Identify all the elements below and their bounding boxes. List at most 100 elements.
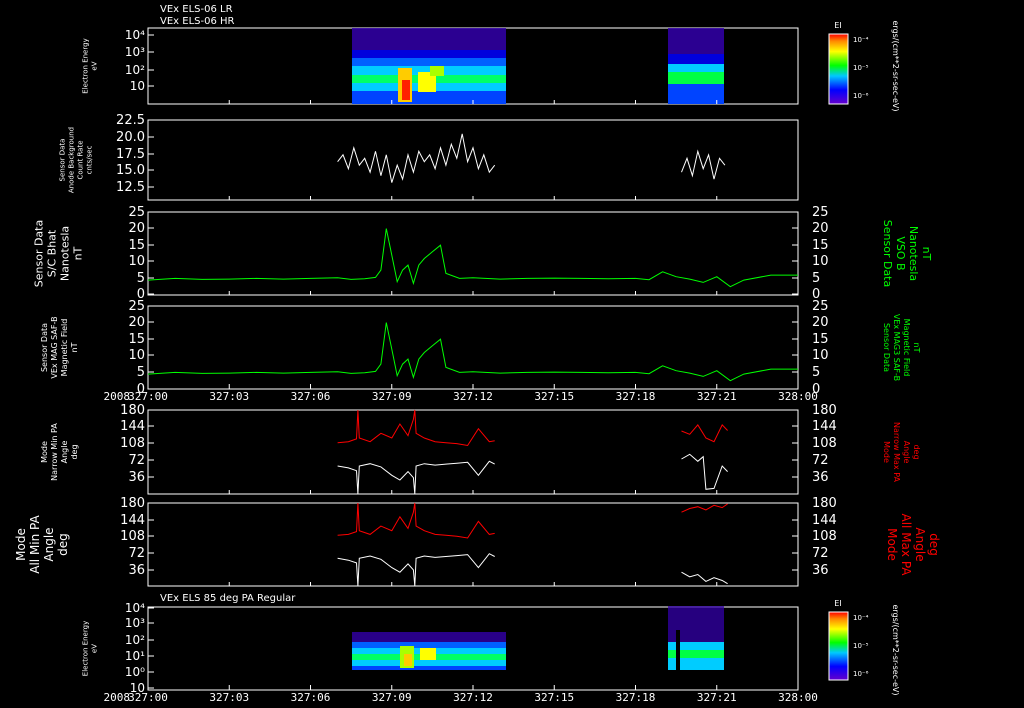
p6-ylabel-line: Angle [42, 527, 56, 561]
spectrogram-top [352, 28, 724, 104]
p4-ylabel-right-line: nT [912, 343, 921, 353]
p6-ytick-label: 144 [120, 513, 145, 528]
spectrogram-bottom [352, 606, 724, 670]
p6-ylabel-line: Mode [14, 528, 28, 561]
spec1-block2-b4 [668, 84, 724, 104]
spec1-block1-b2 [352, 58, 506, 66]
p1-ytick-label: 10 [130, 79, 145, 93]
x-tick-label-lower: 327:21 [697, 691, 737, 704]
p7-ytick-label: 10³ [125, 616, 145, 630]
colorbar-bottom [828, 611, 849, 681]
p5-ytick-label-right: 72 [812, 453, 829, 468]
p1-ylabel-line: Electron Energy [82, 38, 90, 93]
p4-ytick-label-right: 25 [812, 299, 829, 314]
p1-ytick-label: 10⁴ [125, 28, 145, 42]
p5-series-white-line [681, 453, 728, 490]
p6-ytick-label: 36 [128, 563, 145, 578]
spec2-gap [676, 630, 680, 670]
x-tick-label-upper: 327:12 [453, 390, 493, 403]
p6-ylabel-right-line: deg [927, 533, 941, 556]
p5-ylabel-line: Angle [60, 441, 69, 464]
p2-ytick-label: 20.0 [116, 130, 145, 145]
x-tick-label-lower: 327:12 [453, 691, 493, 704]
p5-ytick-label: 144 [120, 419, 145, 434]
spec1-block1-low [352, 28, 506, 50]
panel7-title: VEx ELS 85 deg PA Regular [160, 593, 296, 604]
spec1-block2-low [668, 28, 724, 54]
spec1-hot4 [430, 66, 444, 76]
p6-series-white-line [681, 571, 728, 585]
spec2-hot3 [420, 648, 436, 660]
p6-ytick-label-right: 180 [812, 496, 837, 511]
p7-colorbar-tick: 10⁻⁵ [853, 642, 869, 650]
p1-colorbar-tick: 10⁻⁶ [853, 92, 869, 100]
p5-ytick-label: 72 [128, 453, 145, 468]
p2-ytick-label: 17.5 [116, 147, 145, 162]
spec1-block2-b1 [668, 54, 724, 64]
p3-ytick-label-right: 25 [812, 205, 829, 220]
p2-ytick-label: 22.5 [116, 113, 145, 128]
p6-ylabel-right-line: Mode [885, 528, 899, 561]
p7-colorbar-unit: ergs/(cm**2-sr-sec-eV) [891, 604, 900, 695]
p5-ytick-label-right: 108 [812, 436, 837, 451]
p5-series-white-line [337, 460, 495, 495]
x-tick-label-lower: 327:18 [616, 691, 656, 704]
p6-ylabel-line: deg [56, 533, 70, 556]
p6-ytick-label: 180 [120, 496, 145, 511]
p4-ylabel-right-line: VEx MAG3 SAF-B [892, 314, 901, 381]
x-tick-label-lower: 327:15 [534, 691, 574, 704]
p3-ylabel-right-line: Nanotesla [907, 226, 920, 281]
p4-ytick-label: 5 [137, 365, 145, 380]
spec2-block1-b5 [352, 666, 506, 670]
panel-frame-mag-saf-b [147, 305, 799, 390]
p4-series-green-line [147, 322, 798, 382]
p2-series-white-line [681, 149, 726, 180]
x-tick-label-lower: 327:06 [291, 691, 331, 704]
p3-ylabel-line: Nanotesla [59, 226, 72, 281]
p4-ylabel-line: Sensor Data [40, 323, 49, 372]
p7-colorbar-tick: 10⁻⁶ [853, 670, 869, 678]
p3-ylabel-line: Sensor Data [33, 220, 46, 287]
p4-ytick-label: 25 [128, 299, 145, 314]
p6-ytick-label: 108 [120, 529, 145, 544]
p6-ytick-label-right: 144 [812, 513, 837, 528]
p4-ytick-label: 15 [128, 332, 145, 347]
p1-ylabel-line: eV [91, 61, 99, 70]
p5-ytick-label-right: 144 [812, 419, 837, 434]
p2-ylabel-line: Count Rate [77, 140, 85, 179]
p4-ytick-label-right: 5 [812, 365, 820, 380]
x-tick-label-lower: 327:09 [372, 691, 412, 704]
p2-ytick-label: 12.5 [116, 180, 145, 195]
p5-ylabel-right-line: Angle [902, 441, 911, 464]
p3-ytick-label-right: 5 [812, 271, 820, 286]
x-tick-label-upper: 327:15 [534, 390, 574, 403]
p3-series-green-line [147, 228, 798, 288]
p1-ytick-label: 10² [125, 63, 145, 77]
p4-ytick-label: 10 [128, 348, 145, 363]
p6-ylabel-right-line: Angle [913, 527, 927, 561]
x-tick-label-upper: 327:09 [372, 390, 412, 403]
p3-ylabel-right-line: VSO B [894, 236, 907, 270]
p1-colorbar-tick: 10⁻⁵ [853, 64, 869, 72]
spec1-block2-b2 [668, 64, 724, 72]
header-line2: VEx ELS-06 HR [160, 16, 235, 27]
p3-ylabel-right-line: nT [920, 247, 933, 261]
p4-ytick-label-right: 10 [812, 348, 829, 363]
x-tick-label-upper: 327:21 [697, 390, 737, 403]
p2-ylabel-line: Anode Background [68, 127, 76, 193]
p5-ytick-label: 108 [120, 436, 145, 451]
p1-colorbar-title: EI [834, 21, 841, 30]
p7-ytick-label: 10⁰ [125, 665, 145, 679]
p5-ylabel-right-line: Mode [882, 441, 891, 463]
p3-ytick-label-right: 15 [812, 238, 829, 253]
spec1-block1-b6 [352, 91, 506, 104]
panel-frame-narrow-pa [147, 409, 799, 495]
p5-ylabel-right-line: Narrow Max PA [892, 422, 901, 483]
generated-plot-elements: 1010²10³10⁴Electron Energy eVEI10⁻⁴10⁻⁵10… [14, 20, 941, 704]
els-mag-summary-plot: VEx ELS-06 LR VEx ELS-06 HR VEx ELS 85 d… [14, 4, 941, 704]
p5-ytick-label: 36 [128, 470, 145, 485]
p6-ylabel-line: All Min PA [28, 514, 42, 573]
p3-ytick-label: 15 [128, 238, 145, 253]
spec2-block1-b4 [352, 660, 506, 666]
p6-series-white-line [337, 553, 495, 587]
